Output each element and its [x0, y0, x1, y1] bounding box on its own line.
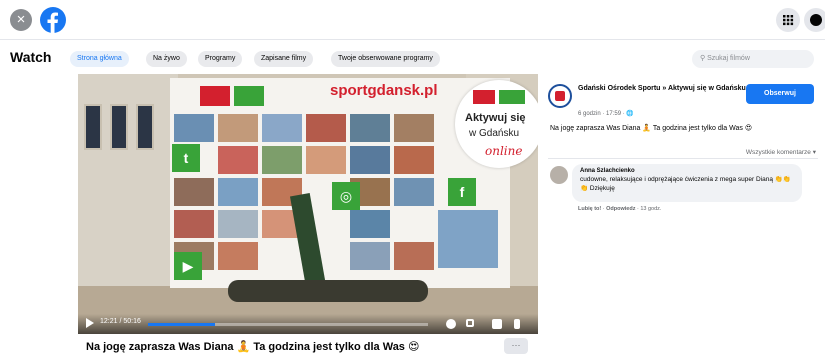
badge-script: online [485, 144, 523, 158]
photo-tile [350, 242, 390, 270]
tab-saved[interactable]: Zapisane filmy [254, 51, 314, 67]
follow-button[interactable]: Obserwuj [746, 84, 814, 104]
comment-filter[interactable]: Wszystkie komentarze ▾ [712, 148, 816, 156]
follow-label: Obserwuj [764, 90, 796, 97]
photo-tile [174, 178, 214, 206]
facebook-logo-icon[interactable] [40, 7, 66, 33]
page-avatar-logo [555, 91, 565, 101]
messenger-icon[interactable] [804, 8, 825, 32]
tab-following[interactable]: Twoje obserwowane programy [331, 51, 440, 67]
photo-tile [350, 114, 390, 142]
volume-icon[interactable] [514, 319, 520, 329]
photo-tile [350, 146, 390, 174]
tab-live[interactable]: Na żywo [146, 51, 187, 67]
play-icon[interactable] [86, 318, 94, 328]
photo-tile [174, 114, 214, 142]
photo-tile [218, 242, 258, 270]
photo-tile [394, 114, 434, 142]
campaign-badge: Aktywuj się w Gdańsku online [455, 80, 538, 168]
search-input[interactable]: ⚲ Szukaj filmów [692, 50, 814, 68]
video-title: Na jogę zaprasza Was Diana 🧘 Ta godzina … [86, 341, 420, 353]
photo-tile [306, 146, 346, 174]
settings-icon[interactable] [446, 319, 456, 329]
photo-tile [218, 146, 258, 174]
search-placeholder: Szukaj filmów [707, 55, 750, 62]
video-controls: 12:21 / 50:16 [78, 314, 538, 334]
photo-tile [306, 114, 346, 142]
post-text: Na jogę zaprasza Was Diana 🧘 Ta godzina … [550, 125, 753, 132]
window [136, 104, 154, 150]
comment-bubble: Anna Szlachcienko cudowne, relaksujące i… [572, 164, 802, 202]
comment-actions: Lubię to! · Odpowiedz · 13 godz. [578, 206, 662, 212]
comment-time[interactable]: 13 godz. [640, 206, 661, 212]
logo-tile [200, 86, 230, 106]
progress-fill [148, 323, 216, 326]
photo-tile [218, 178, 258, 206]
page-avatar[interactable] [548, 84, 572, 108]
photo-tile [350, 210, 390, 238]
instagram-icon: ◎ [332, 182, 360, 210]
badge-logo-green [499, 90, 525, 104]
photo-tile [262, 114, 302, 142]
photo-tile [394, 146, 434, 174]
photo-tile [262, 146, 302, 174]
sailing-photo [438, 210, 498, 268]
fullscreen-icon[interactable] [466, 319, 474, 327]
badge-logo-red [473, 90, 495, 104]
more-options-button[interactable]: ··· [504, 338, 528, 354]
tab-shows[interactable]: Programy [198, 51, 243, 67]
badge-subtitle: w Gdańsku [469, 128, 520, 139]
window [110, 104, 128, 150]
comment-author[interactable]: Anna Szlachcienko [580, 168, 794, 174]
window [84, 104, 102, 150]
reply-link[interactable]: Odpowiedz [606, 206, 635, 212]
badge-title: Aktywuj się [465, 112, 526, 124]
top-bar: × [0, 0, 825, 40]
banner-url: sportgdansk.pl [330, 82, 438, 99]
photo-tile [218, 210, 258, 238]
twitter-icon: t [172, 144, 200, 172]
video-time: 12:21 / 50:16 [100, 318, 141, 325]
close-icon[interactable]: × [10, 9, 32, 31]
comment-text: cudowne, relaksujące i odprężające ćwicz… [580, 176, 791, 192]
like-link[interactable]: Lubię to! [578, 206, 601, 212]
post-panel: Gdański Ośrodek Sportu » Aktywuj się w G… [542, 74, 825, 358]
watch-nav: Watch Strona główna Na żywo Programy Zap… [0, 42, 825, 74]
facebook-icon: f [448, 178, 476, 206]
photo-tile [218, 114, 258, 142]
post-time[interactable]: 6 godzin · 17:59 · 🌐 [578, 110, 634, 117]
grid-menu-icon[interactable] [776, 8, 800, 32]
page-name[interactable]: Gdański Ośrodek Sportu » Aktywuj się w G… [578, 84, 746, 94]
logo-tile [234, 86, 264, 106]
avatar[interactable] [550, 166, 568, 184]
photo-tile [394, 242, 434, 270]
page-title: Watch [10, 49, 52, 65]
progress-bar[interactable] [148, 323, 428, 326]
photo-tile [174, 210, 214, 238]
divider [548, 158, 818, 159]
instructor [228, 280, 428, 302]
photo-tile [394, 178, 434, 206]
tab-home[interactable]: Strona główna [70, 51, 129, 67]
video-player[interactable]: sportgdansk.pl t ◎ f ▶ Aktywuj się w Gda… [78, 74, 538, 334]
pip-icon[interactable] [492, 319, 502, 329]
youtube-icon: ▶ [174, 252, 202, 280]
